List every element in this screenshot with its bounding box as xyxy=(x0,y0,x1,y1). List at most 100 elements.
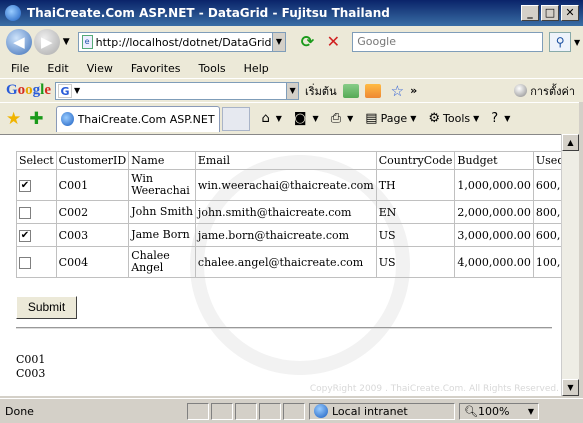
status-panel xyxy=(235,402,257,420)
cell-name: Win Weerachai xyxy=(128,169,196,201)
vertical-scrollbar[interactable]: ▲ ▼ xyxy=(561,134,579,396)
zoom-label: 100% xyxy=(477,404,510,418)
select-checkbox[interactable]: ✔ xyxy=(19,229,31,242)
menu-help[interactable]: Help xyxy=(233,62,276,75)
page-icon: ▤ xyxy=(365,111,378,126)
menu-edit[interactable]: Edit xyxy=(36,62,75,75)
table-row: C002 John Smith john.smith@thaicreate.co… xyxy=(16,200,561,224)
back-button[interactable]: ◀ xyxy=(6,29,32,55)
address-dropdown-icon[interactable]: ▼ xyxy=(272,32,287,52)
page-icon: e xyxy=(81,35,93,49)
scroll-up-icon[interactable]: ▲ xyxy=(562,134,579,151)
google-toolbar: Google G ▼ ▼ เริ่มต้น ☆ » การตั้งค่า xyxy=(0,78,583,102)
cell-budget: 3,000,000.00 xyxy=(454,223,534,247)
cell-country: TH xyxy=(375,169,456,201)
cell-country: US xyxy=(375,246,456,278)
maximize-button[interactable]: □ xyxy=(541,5,559,21)
home-button[interactable]: ⌂ ▼ xyxy=(262,111,282,126)
mail-icon[interactable] xyxy=(342,83,359,98)
history-dropdown-icon[interactable]: ▼ xyxy=(63,37,70,47)
settings-icon xyxy=(514,84,528,97)
rss-icon: ◙ xyxy=(293,111,307,126)
feeds-button[interactable]: ◙ ▼ xyxy=(294,111,319,126)
help-icon: ? xyxy=(491,111,499,126)
print-icon: ⎙ xyxy=(330,111,342,126)
select-checkbox[interactable]: ✔ xyxy=(19,179,31,192)
google-search-input[interactable]: G ▼ xyxy=(55,81,288,100)
chevron-down-icon: ▼ xyxy=(473,114,480,123)
cell-used: 100,000.00 xyxy=(532,246,561,278)
select-checkbox[interactable] xyxy=(19,206,31,219)
print-button[interactable]: ⎙ ▼ xyxy=(331,111,354,126)
result-line: C003 xyxy=(16,367,46,380)
forward-button[interactable]: ▶ xyxy=(33,29,60,55)
cell-used: 800,000.00 xyxy=(532,200,561,224)
table-row: C004 Chalee Angel chalee.angel@thaicreat… xyxy=(16,246,561,278)
cell-used: 600,000.00 xyxy=(532,223,561,247)
tab-datagrid[interactable]: ThaiCreate.Com ASP.NET ... xyxy=(55,105,220,132)
cell-budget: 2,000,000.00 xyxy=(454,200,534,224)
favorites-bar: ★ ✚ ThaiCreate.Com ASP.NET ... ⌂ ▼ ◙ ▼ ⎙ ▼ … xyxy=(0,102,583,134)
menu-favorites[interactable]: Favorites xyxy=(120,62,188,75)
bookmarks-icon[interactable] xyxy=(364,83,381,98)
chevron-down-icon: ▼ xyxy=(347,114,354,123)
tools-menu[interactable]: ⚙ Tools ▼ xyxy=(428,111,479,126)
chevron-down-icon[interactable]: ▼ xyxy=(74,86,80,95)
select-checkbox[interactable] xyxy=(19,256,31,269)
minimize-button[interactable]: _ xyxy=(521,5,539,21)
header-used: Used xyxy=(532,151,561,170)
cell-customerid: C004 xyxy=(55,246,130,278)
chevron-down-icon: ▼ xyxy=(312,114,319,123)
address-input[interactable]: http://localhost/dotnet/DataGrid xyxy=(96,36,272,49)
grid-header-row: Select CustomerID Name Email CountryCode… xyxy=(16,151,561,170)
cell-customerid: C002 xyxy=(55,200,130,224)
google-search-button[interactable]: เริ่มต้น xyxy=(305,82,337,100)
cell-budget: 1,000,000.00 xyxy=(454,169,534,201)
cell-email: win.weerachai@thaicreate.com xyxy=(194,169,377,201)
add-favorite-icon[interactable]: ✚ xyxy=(29,109,43,129)
cell-customerid: C001 xyxy=(55,169,130,201)
cell-country: EN xyxy=(375,200,456,224)
cell-name: Chalee Angel xyxy=(128,246,196,278)
google-search-dropdown-icon[interactable]: ▼ xyxy=(287,81,300,100)
cell-name: John Smith xyxy=(128,200,196,224)
cell-name: Jame Born xyxy=(128,223,196,247)
page-menu[interactable]: ▤ Page ▼ xyxy=(365,111,416,126)
more-chevron-icon[interactable]: » xyxy=(410,84,417,97)
search-icon[interactable]: ⚲ xyxy=(549,32,572,52)
close-button[interactable]: ✕ xyxy=(561,5,579,21)
search-dropdown-icon[interactable]: ▼ xyxy=(571,38,583,47)
new-tab-button[interactable] xyxy=(221,106,250,131)
table-row: ✔ C003 Jame Born jame.born@thaicreate.co… xyxy=(16,223,561,247)
search-input[interactable]: Google xyxy=(352,32,544,52)
scroll-down-icon[interactable]: ▼ xyxy=(562,379,579,396)
help-button[interactable]: ? ▼ xyxy=(491,111,510,126)
stop-icon[interactable]: ✕ xyxy=(322,31,344,53)
header-select: Select xyxy=(16,151,57,170)
status-panel xyxy=(259,402,281,420)
cell-customerid: C003 xyxy=(55,223,130,247)
header-budget: Budget xyxy=(454,151,534,170)
header-countrycode: CountryCode xyxy=(375,151,456,170)
result-line: C001 xyxy=(16,353,46,366)
selected-results: C001 C003 xyxy=(16,353,45,381)
star-icon[interactable]: ☆ xyxy=(391,83,404,98)
security-zone[interactable]: Local intranet xyxy=(309,402,455,420)
page-content: Select CustomerID Name Email CountryCode… xyxy=(0,134,561,396)
google-settings[interactable]: การตั้งค่า xyxy=(514,82,575,100)
navigation-bar: ◀ ▶ ▼ e http://localhost/dotnet/DataGrid… xyxy=(0,26,583,58)
zoom-icon: 🔍︎ xyxy=(464,404,478,418)
menu-bar: File Edit View Favorites Tools Help xyxy=(0,58,583,78)
status-text: Done xyxy=(5,404,34,418)
submit-button[interactable]: Submit xyxy=(16,296,77,319)
menu-view[interactable]: View xyxy=(76,62,120,75)
address-bar[interactable]: e http://localhost/dotnet/DataGrid xyxy=(77,32,273,52)
zoom-control[interactable]: 🔍︎ 100% ▼ xyxy=(459,402,539,420)
menu-tools[interactable]: Tools xyxy=(188,62,233,75)
favorites-star-icon[interactable]: ★ xyxy=(6,109,21,129)
refresh-icon[interactable]: ⟳ xyxy=(296,31,318,53)
window-title: ThaiCreate.Com ASP.NET - DataGrid - Fuji… xyxy=(27,6,390,20)
ie-icon xyxy=(5,5,21,21)
settings-label: การตั้งค่า xyxy=(530,84,575,98)
menu-file[interactable]: File xyxy=(0,62,36,75)
